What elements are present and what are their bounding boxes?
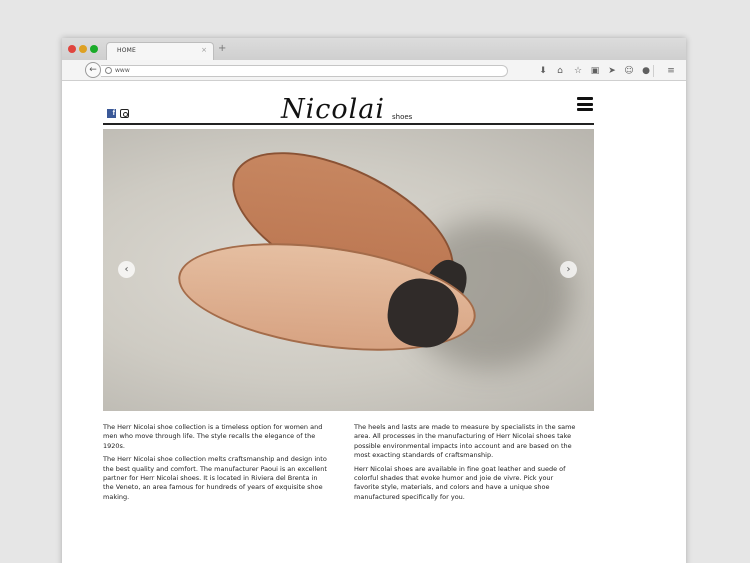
tab-home[interactable]: HOME × <box>106 42 214 60</box>
chat-icon[interactable]: ● <box>640 65 652 77</box>
paragraph: Herr Nicolai shoes are available in fine… <box>354 464 566 501</box>
globe-icon <box>105 67 112 74</box>
maximize-window-button[interactable] <box>90 45 98 53</box>
title-bar: HOME × + <box>62 38 686 60</box>
paragraph: The heels and lasts are made to measure … <box>354 423 576 459</box>
download-icon[interactable]: ⬇ <box>537 65 549 77</box>
facebook-icon[interactable]: f <box>107 109 116 118</box>
address-bar[interactable]: www <box>101 65 508 77</box>
tab-title: HOME <box>117 47 137 54</box>
instagram-icon[interactable] <box>120 109 129 118</box>
slider-prev-button[interactable]: ‹ <box>118 261 135 278</box>
close-window-button[interactable] <box>68 45 76 53</box>
minimize-window-button[interactable] <box>79 45 87 53</box>
new-tab-button[interactable]: + <box>218 43 226 54</box>
home-icon[interactable]: ⌂ <box>554 65 566 77</box>
star-icon[interactable]: ☆ <box>572 65 584 77</box>
browser-toolbar: www ← ⬇ ⌂ ☆ ▣ ➤ ☺ ● ≡ <box>62 60 686 81</box>
text-column-right: The heels and lasts are made to measure … <box>354 423 579 506</box>
menu-icon[interactable]: ≡ <box>665 65 677 77</box>
smiley-icon[interactable]: ☺ <box>623 65 635 77</box>
clipboard-icon[interactable]: ▣ <box>589 65 601 77</box>
hamburger-menu-icon[interactable] <box>577 97 593 111</box>
site-header: f Nicolai shoes <box>103 81 594 125</box>
logo-script: Nicolai <box>281 94 386 125</box>
tab-close-icon[interactable]: × <box>201 46 207 54</box>
slider-next-button[interactable]: › <box>560 261 577 278</box>
browser-window: HOME × + www ← ⬇ ⌂ ☆ ▣ ➤ ☺ ● ≡ f Nicolai… <box>62 38 686 563</box>
paragraph: The Herr Nicolai shoe collection melts c… <box>103 455 327 501</box>
logo-subtitle: shoes <box>392 113 413 121</box>
url-text: www <box>115 67 130 74</box>
toolbar-separator <box>653 65 654 77</box>
paragraph: The Herr Nicolai shoe collection is a ti… <box>103 423 323 450</box>
site-logo[interactable]: Nicolai shoes <box>281 94 412 125</box>
text-column-left: The Herr Nicolai shoe collection is a ti… <box>103 423 328 506</box>
back-button[interactable]: ← <box>85 62 101 78</box>
send-icon[interactable]: ➤ <box>606 65 618 77</box>
web-page: f Nicolai shoes ‹ › The Herr Nicolai sho… <box>62 81 686 563</box>
hero-slider: ‹ › <box>103 129 594 411</box>
